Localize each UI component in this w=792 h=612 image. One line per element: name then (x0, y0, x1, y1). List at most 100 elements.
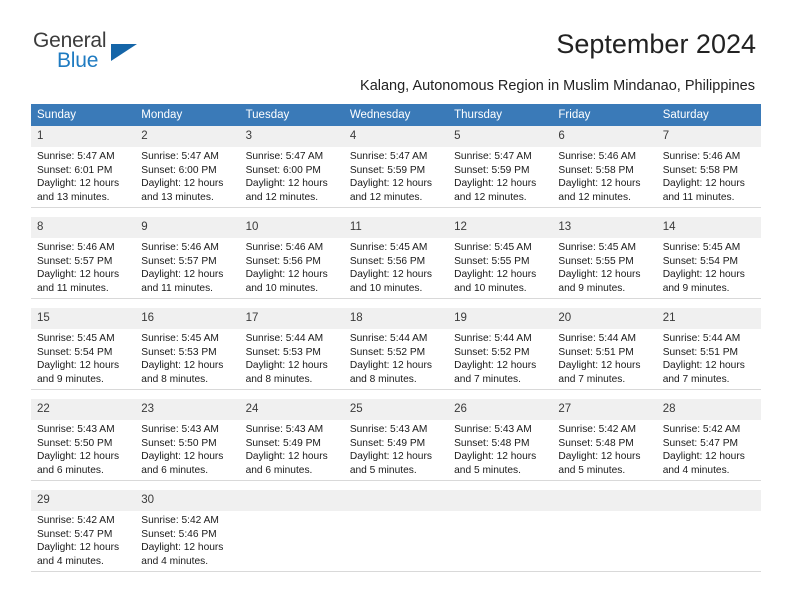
calendar-day-cell[interactable]: 18 Sunrise: 5:44 AM Sunset: 5:52 PM Dayligh… (343, 308, 449, 390)
calendar-day-cell[interactable]: 30 Sunrise: 5:42 AM Sunset: 5:46 PM Dayligh… (135, 490, 240, 572)
day-daylight-2-text: and 9 minutes. (37, 373, 104, 385)
day-number (343, 490, 449, 511)
calendar-day-cell[interactable]: 17 Sunrise: 5:44 AM Sunset: 5:53 PM Dayligh… (239, 308, 344, 390)
calendar-day-cell[interactable]: 15 Sunrise: 5:45 AM Sunset: 5:54 PM Dayligh… (31, 308, 136, 390)
day-sunset-text: Sunset: 5:55 PM (558, 255, 634, 267)
calendar-day-cell[interactable]: 14 Sunrise: 5:45 AM Sunset: 5:54 PM Dayligh… (656, 217, 761, 299)
calendar-day-cell[interactable]: 19 Sunrise: 5:44 AM Sunset: 5:52 PM Dayligh… (448, 308, 553, 390)
day-sun-info: Sunrise: 5:42 AM Sunset: 5:47 PM Daylight:… (656, 420, 761, 480)
day-daylight-1-text: Daylight: 12 hours (558, 451, 641, 463)
day-sunset-text: Sunset: 5:50 PM (37, 437, 113, 449)
day-daylight-1-text: Daylight: 12 hours (37, 451, 120, 463)
calendar-day-cell[interactable]: 29 Sunrise: 5:42 AM Sunset: 5:47 PM Dayligh… (31, 490, 136, 572)
day-daylight-2-text: and 4 minutes. (141, 555, 209, 567)
calendar-body: 1 Sunrise: 5:47 AM Sunset: 6:01 PM Daylight… (31, 126, 761, 572)
day-sunrise-text: Sunrise: 5:47 AM (454, 151, 532, 162)
calendar-day-cell[interactable]: 13 Sunrise: 5:45 AM Sunset: 5:55 PM Dayligh… (552, 217, 657, 299)
day-daylight-1-text: Daylight: 12 hours (37, 542, 120, 554)
calendar-week-row: 15 Sunrise: 5:45 AM Sunset: 5:54 PM Dayligh… (31, 308, 761, 390)
day-sunset-text: Sunset: 5:57 PM (37, 255, 113, 267)
calendar-empty-cell (343, 490, 449, 572)
day-number: 7 (656, 126, 761, 147)
calendar-day-cell[interactable]: 5 Sunrise: 5:47 AM Sunset: 5:59 PM Daylight… (448, 126, 553, 208)
day-sun-info: Sunrise: 5:42 AM Sunset: 5:48 PM Daylight:… (552, 420, 657, 480)
day-daylight-2-text: and 8 minutes. (245, 373, 313, 385)
calendar-day-cell[interactable]: 28 Sunrise: 5:42 AM Sunset: 5:47 PM Dayligh… (656, 399, 761, 481)
day-daylight-2-text: and 11 minutes. (141, 282, 214, 294)
day-daylight-1-text: Daylight: 12 hours (141, 542, 224, 554)
calendar-day-cell[interactable]: 24 Sunrise: 5:43 AM Sunset: 5:49 PM Dayligh… (239, 399, 344, 481)
day-daylight-1-text: Daylight: 12 hours (454, 360, 537, 372)
day-sunset-text: Sunset: 5:54 PM (37, 346, 113, 358)
calendar-day-cell[interactable]: 10 Sunrise: 5:46 AM Sunset: 5:56 PM Dayligh… (239, 217, 344, 299)
day-number: 3 (239, 126, 344, 147)
day-sunset-text: Sunset: 5:52 PM (349, 346, 426, 358)
day-number: 26 (448, 399, 553, 420)
calendar-empty-cell (656, 490, 761, 572)
day-number: 5 (448, 126, 553, 147)
day-sun-info (656, 511, 761, 571)
calendar-day-cell[interactable]: 25 Sunrise: 5:43 AM Sunset: 5:49 PM Dayligh… (343, 399, 449, 481)
calendar-day-cell[interactable]: 6 Sunrise: 5:46 AM Sunset: 5:58 PM Daylight… (552, 126, 657, 208)
day-daylight-1-text: Daylight: 12 hours (349, 360, 432, 372)
day-daylight-1-text: Daylight: 12 hours (141, 360, 224, 372)
day-sun-info: Sunrise: 5:46 AM Sunset: 5:58 PM Daylight:… (552, 147, 657, 207)
day-number: 22 (31, 399, 136, 420)
calendar-day-cell[interactable]: 16 Sunrise: 5:45 AM Sunset: 5:53 PM Dayligh… (135, 308, 240, 390)
day-sunset-text: Sunset: 5:53 PM (245, 346, 321, 358)
day-number: 28 (656, 399, 761, 420)
day-sunset-text: Sunset: 5:54 PM (662, 255, 739, 267)
page-header: General Blue September 2024 Kalang, Auto… (0, 0, 792, 94)
calendar-day-cell[interactable]: 4 Sunrise: 5:47 AM Sunset: 5:59 PM Daylight… (343, 126, 449, 208)
calendar-day-cell[interactable]: 11 Sunrise: 5:45 AM Sunset: 5:56 PM Dayligh… (343, 217, 449, 299)
calendar-day-cell[interactable]: 22 Sunrise: 5:43 AM Sunset: 5:50 PM Dayligh… (31, 399, 136, 481)
day-sun-info: Sunrise: 5:47 AM Sunset: 6:01 PM Daylight:… (31, 147, 136, 207)
day-daylight-2-text: and 11 minutes. (37, 282, 109, 294)
day-daylight-2-text: and 9 minutes. (662, 282, 730, 294)
day-sunrise-text: Sunrise: 5:42 AM (662, 424, 741, 435)
calendar-head: Sunday Monday Tuesday Wednesday Thursday… (31, 104, 761, 126)
calendar-page: General Blue September 2024 Kalang, Auto… (0, 0, 792, 612)
calendar-day-cell[interactable]: 7 Sunrise: 5:46 AM Sunset: 5:58 PM Daylight… (656, 126, 761, 208)
day-sun-info: Sunrise: 5:44 AM Sunset: 5:52 PM Daylight:… (343, 329, 449, 389)
day-number: 29 (31, 490, 136, 511)
day-sun-info: Sunrise: 5:43 AM Sunset: 5:49 PM Daylight:… (343, 420, 449, 480)
day-sun-info: Sunrise: 5:43 AM Sunset: 5:49 PM Daylight:… (239, 420, 344, 480)
day-number: 4 (343, 126, 449, 147)
calendar-week-spacer-cell (31, 480, 761, 490)
day-number: 13 (552, 217, 657, 238)
calendar-day-cell[interactable]: 9 Sunrise: 5:46 AM Sunset: 5:57 PM Daylight… (135, 217, 240, 299)
day-sunrise-text: Sunrise: 5:44 AM (662, 333, 741, 344)
calendar-day-cell[interactable]: 3 Sunrise: 5:47 AM Sunset: 6:00 PM Daylight… (239, 126, 344, 208)
weekday-header-monday: Monday (135, 104, 240, 126)
day-daylight-2-text: and 6 minutes. (141, 464, 209, 476)
calendar-day-cell[interactable]: 23 Sunrise: 5:43 AM Sunset: 5:50 PM Dayligh… (135, 399, 240, 481)
day-daylight-1-text: Daylight: 12 hours (454, 451, 537, 463)
generalblue-logo[interactable]: General Blue (33, 30, 153, 76)
day-sunrise-text: Sunrise: 5:42 AM (37, 515, 115, 526)
calendar-day-cell[interactable]: 12 Sunrise: 5:45 AM Sunset: 5:55 PM Dayligh… (448, 217, 553, 299)
day-number: 19 (448, 308, 553, 329)
day-daylight-1-text: Daylight: 12 hours (37, 269, 120, 281)
day-sunset-text: Sunset: 5:51 PM (662, 346, 739, 358)
day-daylight-2-text: and 4 minutes. (37, 555, 104, 567)
calendar-day-cell[interactable]: 8 Sunrise: 5:46 AM Sunset: 5:57 PM Daylight… (31, 217, 136, 299)
day-number (552, 490, 657, 511)
day-number: 2 (135, 126, 240, 147)
day-sun-info: Sunrise: 5:47 AM Sunset: 6:00 PM Daylight:… (135, 147, 240, 207)
day-sunrise-text: Sunrise: 5:44 AM (349, 333, 428, 344)
day-number: 18 (343, 308, 449, 329)
day-sun-info: Sunrise: 5:44 AM Sunset: 5:53 PM Daylight:… (239, 329, 344, 389)
calendar-day-cell[interactable]: 1 Sunrise: 5:47 AM Sunset: 6:01 PM Daylight… (31, 126, 136, 208)
calendar-day-cell[interactable]: 20 Sunrise: 5:44 AM Sunset: 5:51 PM Dayligh… (552, 308, 657, 390)
day-sunrise-text: Sunrise: 5:46 AM (662, 151, 741, 162)
day-sunrise-text: Sunrise: 5:47 AM (245, 151, 324, 162)
day-sunset-text: Sunset: 5:58 PM (558, 164, 634, 176)
day-sunset-text: Sunset: 5:46 PM (141, 528, 217, 540)
calendar-day-cell[interactable]: 26 Sunrise: 5:43 AM Sunset: 5:48 PM Dayligh… (448, 399, 553, 481)
calendar-day-cell[interactable]: 21 Sunrise: 5:44 AM Sunset: 5:51 PM Dayligh… (656, 308, 761, 390)
day-daylight-1-text: Daylight: 12 hours (662, 451, 745, 463)
calendar-day-cell[interactable]: 27 Sunrise: 5:42 AM Sunset: 5:48 PM Dayligh… (552, 399, 657, 481)
calendar-week-spacer (31, 389, 761, 399)
calendar-day-cell[interactable]: 2 Sunrise: 5:47 AM Sunset: 6:00 PM Daylight… (135, 126, 240, 208)
